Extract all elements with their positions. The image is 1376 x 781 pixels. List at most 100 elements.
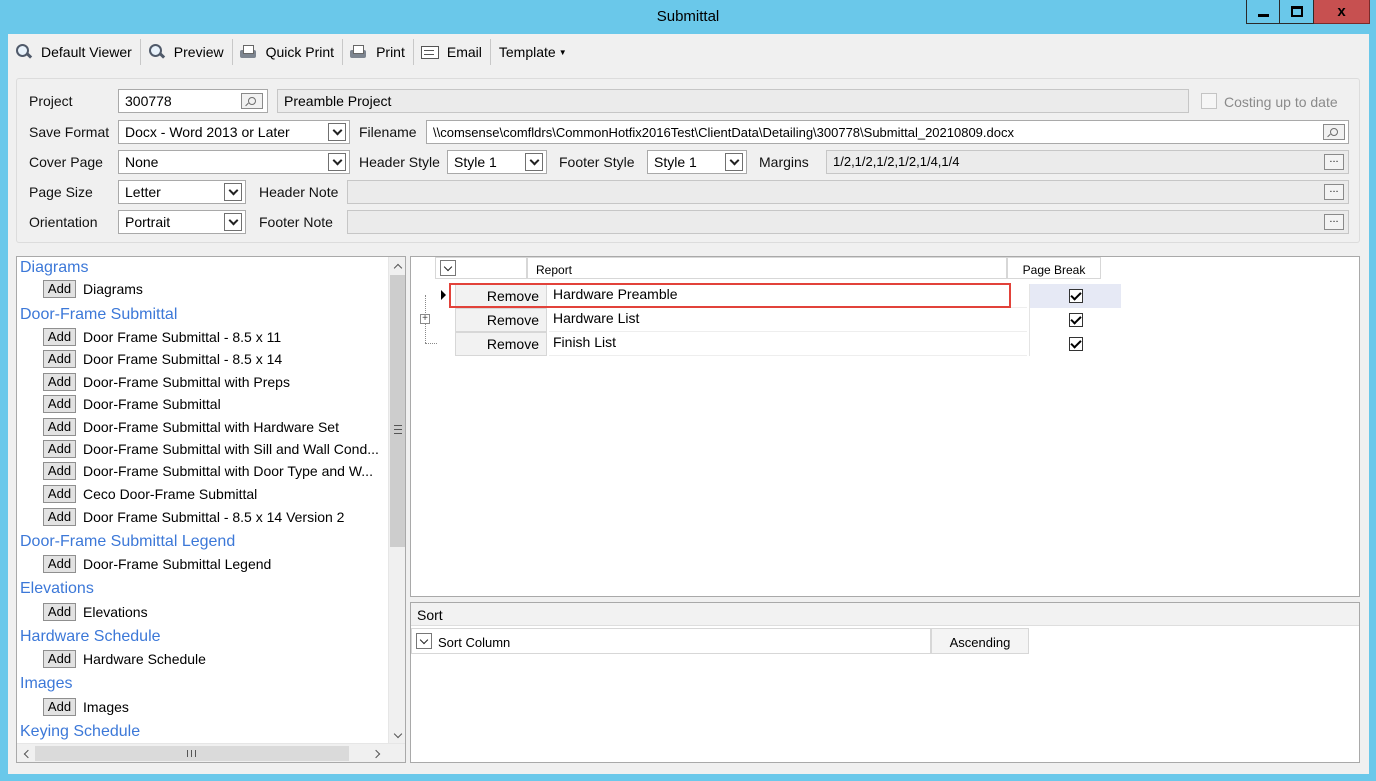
add-button[interactable]: Add [43, 328, 76, 346]
add-button[interactable]: Add [43, 508, 76, 526]
add-button[interactable]: Add [43, 650, 76, 668]
costing-up-to-date-checkbox[interactable] [1201, 93, 1217, 109]
filename-field[interactable]: \\comsense\comfldrs\CommonHotfix2016Test… [426, 120, 1349, 144]
remove-button[interactable]: Remove [455, 308, 547, 332]
page-break-checkbox[interactable] [1068, 313, 1083, 327]
cover-page-dropdown-button[interactable] [328, 153, 346, 171]
margins-label: Margins [759, 154, 809, 170]
add-button[interactable]: Add [43, 603, 76, 621]
add-button[interactable]: Add [43, 395, 76, 413]
remove-button[interactable]: Remove [455, 332, 547, 356]
tree-connector [425, 343, 437, 344]
footer-style-select[interactable]: Style 1 [647, 150, 747, 174]
lookup-icon [248, 97, 256, 105]
header-style-dropdown-button[interactable] [525, 153, 543, 171]
email-button[interactable]: Email [414, 38, 490, 66]
column-header-ascending[interactable]: Ascending [931, 628, 1029, 654]
add-button[interactable]: Add [43, 418, 76, 436]
expand-icon[interactable]: + [420, 314, 430, 324]
add-button[interactable]: Add [43, 350, 76, 368]
page-break-cell[interactable] [1029, 332, 1121, 356]
orientation-dropdown-button[interactable] [224, 213, 242, 231]
header-style-select[interactable]: Style 1 [447, 150, 547, 174]
title-bar: Submittal x [0, 0, 1376, 34]
item-label: Diagrams [83, 281, 143, 297]
print-button[interactable]: Print [343, 38, 413, 66]
column-header-report[interactable]: Report [527, 257, 1007, 279]
category-elevations: Elevations [20, 580, 94, 597]
chevron-down-icon [419, 635, 429, 644]
quick-print-button[interactable]: Quick Print [233, 38, 342, 66]
category-images: Images [20, 675, 73, 692]
cover-page-select[interactable]: None [118, 150, 350, 174]
add-button[interactable]: Add [43, 555, 76, 573]
default-viewer-label: Default Viewer [41, 44, 132, 60]
window-controls: x [1246, 0, 1370, 24]
orientation-label: Orientation [29, 214, 98, 230]
column-header-sort-column[interactable]: Sort Column [411, 628, 931, 654]
save-format-label: Save Format [29, 124, 110, 140]
header-note-edit-button[interactable]: ... [1324, 184, 1344, 200]
project-label: Project [29, 93, 73, 109]
cover-page-label: Cover Page [29, 154, 103, 170]
scroll-left-button[interactable] [17, 745, 34, 762]
orientation-select[interactable]: Portrait [118, 210, 246, 234]
column-chooser-button[interactable] [440, 260, 456, 276]
add-button[interactable]: Add [43, 485, 76, 503]
minimize-icon [1257, 14, 1269, 17]
email-label: Email [446, 44, 482, 60]
filename-browse-button[interactable] [1323, 124, 1345, 140]
submittal-window: Submittal x Default Viewer Preview Quick… [0, 0, 1376, 781]
chevron-down-icon [443, 262, 453, 271]
footer-note-edit-button[interactable]: ... [1324, 214, 1344, 230]
default-viewer-button[interactable]: Default Viewer [8, 38, 140, 66]
report-name-cell[interactable]: Hardware List [549, 308, 1027, 332]
sort-column-chooser-button[interactable] [416, 633, 432, 649]
list-item: Add Door Frame Submittal - 8.5 x 14 [43, 349, 282, 369]
list-item: Add Diagrams [43, 279, 143, 299]
library-horizontal-scrollbar[interactable] [17, 743, 405, 762]
project-lookup-button[interactable] [241, 93, 263, 109]
add-button[interactable]: Add [43, 698, 76, 716]
category-diagrams: Diagrams [20, 259, 89, 276]
arrow-down-icon [393, 729, 402, 738]
list-item: Add Door-Frame Submittal with Sill and W… [43, 439, 379, 459]
chevron-down-icon [332, 125, 342, 135]
arrow-right-icon [371, 749, 380, 758]
page-break-checkbox[interactable] [1068, 337, 1083, 351]
column-header-page-break[interactable]: Page Break [1007, 257, 1101, 279]
close-button[interactable]: x [1314, 0, 1370, 24]
add-button[interactable]: Add [43, 280, 76, 298]
page-break-cell[interactable] [1029, 284, 1121, 308]
footer-style-dropdown-button[interactable] [725, 153, 743, 171]
page-break-checkbox[interactable] [1068, 289, 1083, 303]
library-vertical-scrollbar[interactable] [388, 257, 405, 745]
category-door-frame-submittal-legend: Door-Frame Submittal Legend [20, 533, 236, 550]
list-item: Add Elevations [43, 602, 148, 622]
close-icon: x [1337, 3, 1346, 20]
minimize-button[interactable] [1246, 0, 1280, 24]
item-label: Door-Frame Submittal Legend [83, 556, 272, 572]
maximize-button[interactable] [1280, 0, 1314, 24]
add-button[interactable]: Add [43, 440, 76, 458]
report-name-cell[interactable]: Finish List [549, 332, 1027, 356]
preview-button[interactable]: Preview [141, 38, 232, 66]
scroll-thumb[interactable] [390, 275, 405, 547]
scroll-up-button[interactable] [389, 257, 405, 274]
chevron-down-icon [228, 215, 238, 225]
add-button[interactable]: Add [43, 373, 76, 391]
scroll-down-button[interactable] [389, 727, 405, 744]
item-label: Door Frame Submittal - 8.5 x 14 [83, 351, 283, 367]
horizontal-scroll-thumb[interactable] [35, 746, 349, 761]
scroll-right-button[interactable] [369, 745, 386, 762]
save-format-dropdown-button[interactable] [328, 123, 346, 141]
page-size-dropdown-button[interactable] [224, 183, 242, 201]
template-dropdown-button[interactable]: Template ▼ [491, 38, 575, 66]
save-format-select[interactable]: Docx - Word 2013 or Later [118, 120, 350, 144]
add-button[interactable]: Add [43, 462, 76, 480]
page-break-cell[interactable] [1029, 308, 1121, 332]
selected-reports-grid: Report Page Break + Remove Hardware Prea… [410, 256, 1360, 597]
margins-edit-button[interactable]: ... [1324, 154, 1344, 170]
page-size-select[interactable]: Letter [118, 180, 246, 204]
sort-column-label: Sort Column [438, 635, 511, 650]
